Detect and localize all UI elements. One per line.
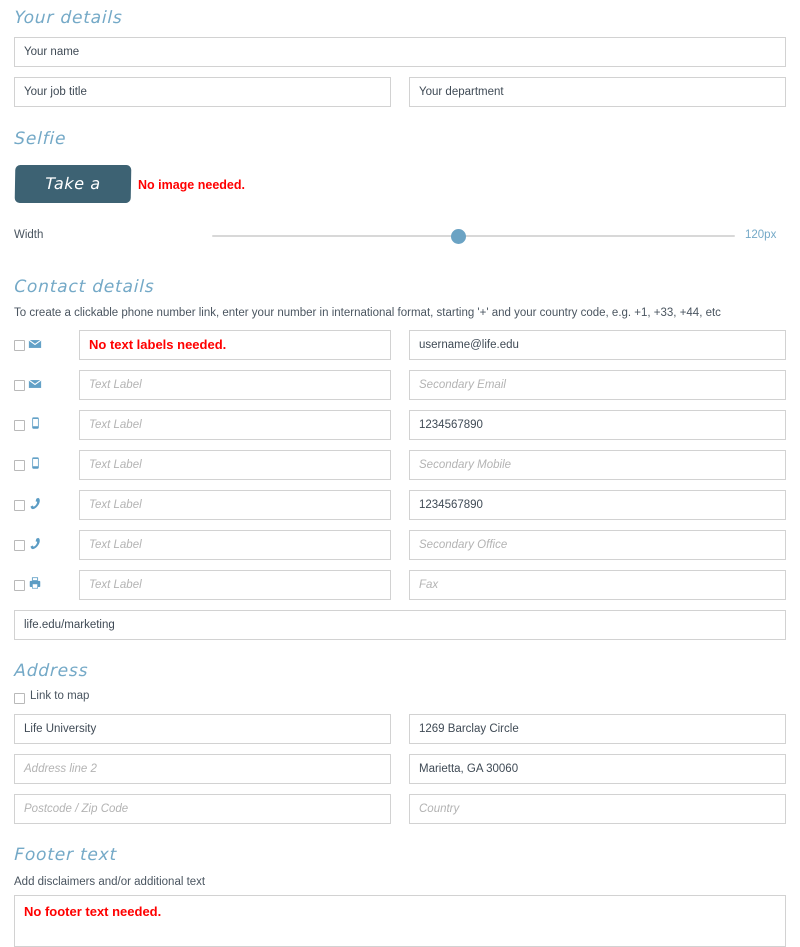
address-street-input[interactable]: 1269 Barclay Circle	[409, 714, 786, 744]
contact-row-5-label-input[interactable]: Text Label	[79, 490, 391, 520]
footer-help-text: Add disclaimers and/or additional text	[14, 876, 206, 888]
your-name-input[interactable]: Your name	[14, 37, 786, 67]
footer-text-textarea[interactable]: No footer text needed.	[14, 895, 786, 947]
contact-row-7-label-input[interactable]: Text Label	[79, 570, 391, 600]
contact-row-6-label-input[interactable]: Text Label	[79, 530, 391, 560]
contact-row-2-label-input[interactable]: Text Label	[79, 370, 391, 400]
contact-card-form: Your details Your name Your job title Yo…	[0, 0, 800, 947]
contact-row-1-checkbox[interactable]	[14, 338, 25, 356]
contact-row-4-checkbox[interactable]	[14, 458, 25, 476]
contact-row-1-value-input[interactable]: username@life.edu	[409, 330, 786, 360]
width-slider-track[interactable]	[212, 235, 735, 237]
contact-row-3-label-input[interactable]: Text Label	[79, 410, 391, 440]
contact-row-5-checkbox[interactable]	[14, 498, 25, 516]
link-to-map-checkbox[interactable]	[14, 691, 25, 709]
address-country-input[interactable]: Country	[409, 794, 786, 824]
contact-row-6-checkbox[interactable]	[14, 538, 25, 556]
contact-row-4-value-input[interactable]: Secondary Mobile	[409, 450, 786, 480]
contact-row-7-value-input[interactable]: Fax	[409, 570, 786, 600]
mobile-icon	[29, 456, 43, 470]
contact-row-5-value-input[interactable]: 1234567890	[409, 490, 786, 520]
contact-row-2-value-input[interactable]: Secondary Email	[409, 370, 786, 400]
contact-row-2-checkbox[interactable]	[14, 378, 25, 396]
selfie-heading: Selfie	[13, 129, 67, 149]
mobile-icon	[29, 416, 43, 430]
fax-icon	[28, 576, 42, 590]
address-city-state-input[interactable]: Marietta, GA 30060	[409, 754, 786, 784]
contact-details-heading: Contact details	[13, 277, 155, 297]
phone-icon	[28, 496, 42, 510]
contact-row-1-label-input[interactable]: No text labels needed.	[79, 330, 391, 360]
address-line2-input[interactable]: Address line 2	[14, 754, 391, 784]
take-a-selfie-button[interactable]: Take a selfie	[14, 165, 132, 231]
address-line1-input[interactable]: Life University	[14, 714, 391, 744]
contact-row-3-checkbox[interactable]	[14, 418, 25, 436]
your-details-heading: Your details	[13, 8, 123, 28]
contact-row-3-value-input[interactable]: 1234567890	[409, 410, 786, 440]
contact-row-6-value-input[interactable]: Secondary Office	[409, 530, 786, 560]
department-input[interactable]: Your department	[409, 77, 786, 107]
width-slider-value: 120px	[745, 229, 777, 241]
selfie-note: No image needed.	[138, 178, 245, 192]
envelope-icon	[28, 377, 42, 391]
width-label: Width	[14, 229, 44, 241]
envelope-icon	[28, 337, 42, 351]
footer-text-value: No footer text needed.	[24, 904, 162, 919]
address-heading: Address	[13, 661, 89, 681]
width-slider-thumb[interactable]	[451, 229, 466, 244]
job-title-input[interactable]: Your job title	[14, 77, 391, 107]
footer-text-heading: Footer text	[13, 845, 118, 865]
link-to-map-label: Link to map	[30, 690, 90, 702]
contact-row-7-checkbox[interactable]	[14, 578, 25, 596]
contact-help-text: To create a clickable phone number link,…	[14, 307, 721, 319]
phone-icon	[28, 536, 42, 550]
website-input[interactable]: life.edu/marketing	[14, 610, 786, 640]
address-postcode-input[interactable]: Postcode / Zip Code	[14, 794, 391, 824]
contact-row-4-label-input[interactable]: Text Label	[79, 450, 391, 480]
